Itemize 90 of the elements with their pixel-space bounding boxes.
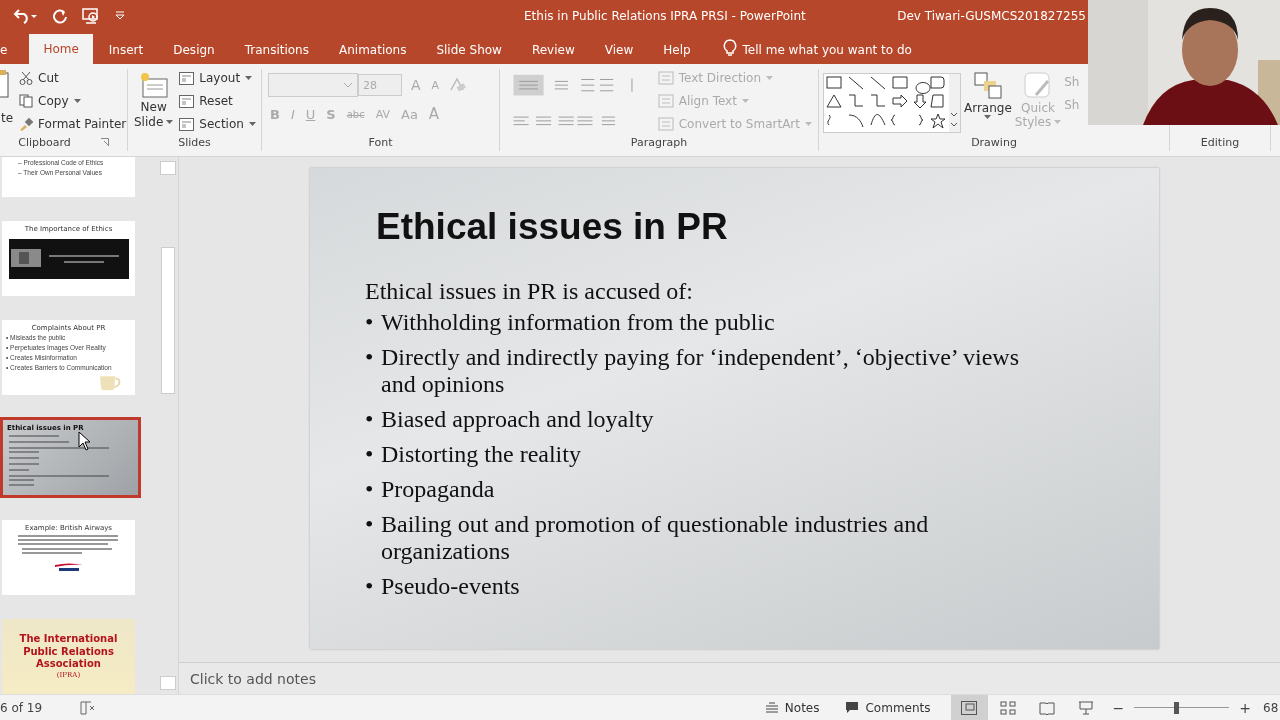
notes-icon — [764, 701, 779, 714]
thumbnail-title: The International Public Relations Association — [18, 633, 119, 671]
bullet-marker: • — [365, 344, 375, 372]
bullet-text: Directly and indirectly paying for ‘independent’, ‘objective’ views and opinions — [381, 344, 1020, 398]
comment-icon — [845, 701, 860, 714]
ribbon-tab[interactable]: Animations — [325, 36, 421, 64]
launcher-icon[interactable] — [100, 138, 109, 146]
layout-icon — [179, 94, 195, 108]
presentation-icon[interactable] — [82, 7, 100, 25]
slide-command[interactable]: Layout — [179, 69, 256, 87]
book-icon — [1039, 700, 1056, 715]
bullet-marker: • — [365, 476, 375, 503]
caret-icon — [805, 122, 812, 126]
bullet-marker: • — [365, 406, 375, 433]
caret-icon — [248, 122, 256, 126]
redo-icon[interactable] — [52, 8, 68, 24]
bullet-marker: • — [365, 573, 375, 600]
grid-icon — [1000, 700, 1017, 715]
copy-icon — [19, 94, 34, 108]
slide-command[interactable]: Reset — [179, 92, 256, 110]
dropdown-icon — [343, 82, 353, 88]
text-format-icon — [657, 70, 674, 86]
bullet-text: Withholding information from the public — [381, 309, 775, 336]
caret-icon — [741, 99, 749, 103]
user-name: Dev Tiwari-GUSMCS201827255 — [897, 9, 1086, 23]
undo-icon[interactable] — [12, 8, 38, 24]
lightbulb-icon[interactable] — [722, 39, 737, 57]
ribbon-tab[interactable]: View — [590, 36, 648, 64]
group-label: Font — [368, 135, 393, 149]
spellcheck-icon[interactable] — [80, 700, 97, 715]
bullet-marker: • — [365, 309, 375, 336]
slide-counter: 6 of 19 — [0, 700, 43, 715]
comments-button[interactable]: Comments — [839, 699, 937, 716]
bullet-text: Pseudo-events — [381, 573, 520, 600]
caret-icon — [766, 76, 773, 80]
bullet-text: Bailing out and promotion of questionable industries and organizations — [381, 511, 930, 565]
notes-button[interactable]: Notes — [758, 699, 826, 716]
zoom-in-button[interactable]: + — [1239, 699, 1251, 716]
clipboard-command[interactable]: Cut — [19, 69, 127, 87]
window-title: Ethis in Public Relations IPRA PRSI - PowerPoint — [524, 9, 806, 23]
caret-icon — [73, 99, 81, 103]
caret-icon — [245, 76, 253, 80]
dropdown-icon[interactable] — [114, 11, 126, 21]
new-slide-icon — [138, 71, 169, 99]
ribbon-tab[interactable]: Help — [649, 36, 705, 64]
ribbon-tab[interactable]: Slide Show — [422, 36, 516, 64]
tell-me-search[interactable]: Tell me what you want to do — [742, 36, 912, 64]
group-label: Paragraph — [630, 135, 688, 149]
normal-view-icon — [961, 700, 978, 715]
layout-icon — [179, 71, 195, 85]
ribbon-tab[interactable]: Transitions — [230, 36, 323, 64]
slide-command[interactable]: Section — [179, 115, 256, 133]
text-format-icon — [657, 116, 674, 132]
arrange-icon — [971, 71, 1004, 101]
ribbon-tab[interactable]: Review — [517, 36, 589, 64]
clipboard-command[interactable]: Copy — [19, 92, 127, 110]
arrange-button[interactable]: Arrange — [964, 69, 1012, 121]
paintbrush-icon — [19, 117, 34, 131]
new-slide-button[interactable]: New Slide — [134, 69, 174, 131]
ribbon-tab[interactable]: Insert — [94, 36, 158, 64]
group-label: Slides — [178, 135, 211, 149]
bullet-text: Distorting the reality — [381, 441, 581, 468]
scissors-icon — [19, 71, 34, 85]
group-label: Clipboard — [18, 135, 71, 149]
slide-text: Ethical issues in PR is accused of: — [365, 278, 694, 305]
ribbon-tab[interactable]: e — [0, 36, 10, 64]
bullet-text: Biased approach and loyalty — [381, 406, 654, 433]
clipboard-command[interactable]: Format Painter — [19, 115, 127, 133]
shapes-gallery[interactable] — [823, 73, 961, 133]
bullet-text: Propaganda — [381, 476, 495, 503]
bullet-marker: • — [365, 441, 375, 468]
group-label: Drawing — [971, 135, 1017, 149]
paste-button[interactable]: te — [1, 111, 14, 125]
slide-title: Ethical issues in PR — [376, 206, 729, 248]
ribbon-tab[interactable]: Design — [159, 36, 229, 64]
normal-view-button[interactable] — [950, 695, 988, 720]
caret-icon — [984, 115, 992, 119]
projector-icon — [1078, 700, 1095, 715]
zoom-level[interactable]: 68 — [1263, 700, 1280, 715]
group-label: Editing — [1200, 135, 1240, 149]
cursor-icon — [78, 431, 92, 451]
notes-placeholder[interactable]: Click to add notes — [190, 670, 316, 687]
font-name-field[interactable] — [268, 73, 358, 97]
caret-icon — [166, 120, 174, 124]
bullet-marker: • — [365, 511, 375, 539]
text-format-icon — [657, 93, 674, 109]
ribbon-tab[interactable]: Home — [29, 34, 93, 64]
layout-icon — [179, 117, 195, 131]
caret-icon — [1054, 120, 1062, 124]
zoom-out-button[interactable]: − — [1112, 699, 1125, 716]
